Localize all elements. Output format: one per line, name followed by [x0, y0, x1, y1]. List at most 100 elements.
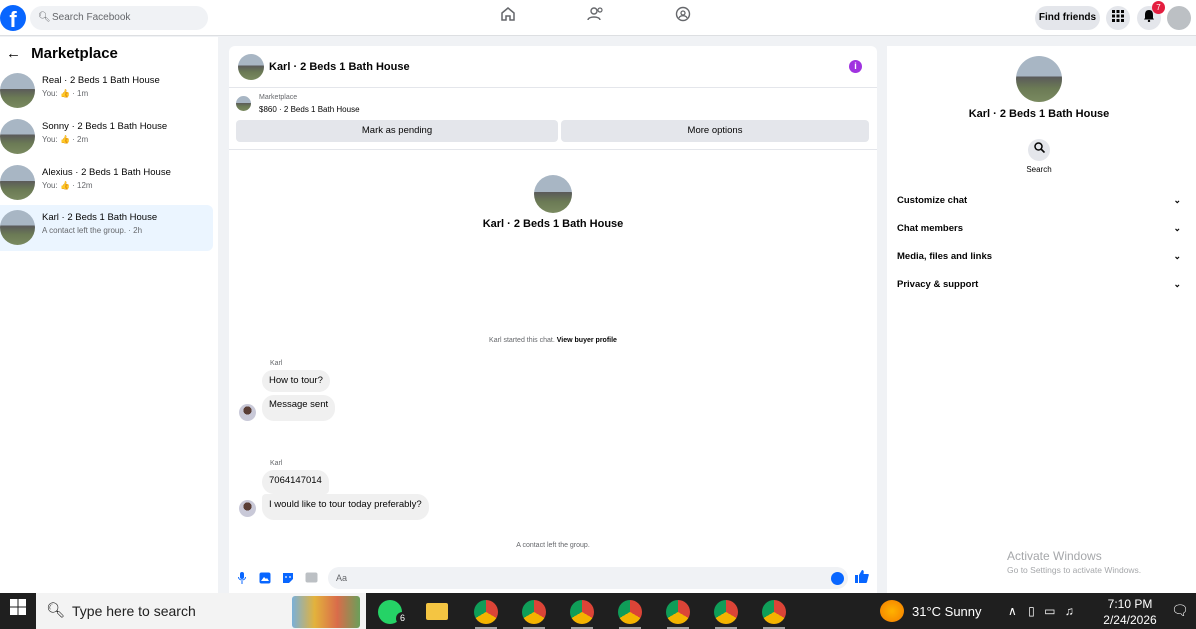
- marketplace-thread-list: ← Marketplace Real · 2 Beds 1 Bath House…: [0, 37, 218, 593]
- weather-text[interactable]: 31°C Sunny: [912, 604, 982, 619]
- weather-sun-icon[interactable]: [880, 600, 904, 622]
- message-input[interactable]: Aa: [328, 567, 848, 589]
- facebook-logo[interactable]: f: [0, 5, 26, 31]
- chat-started-note: Karl started this chat. View buyer profi…: [229, 337, 877, 344]
- friends-icon[interactable]: [584, 6, 608, 30]
- chrome-icon[interactable]: [666, 600, 690, 624]
- thread-title: Alexius · 2 Beds 1 Bath House: [42, 167, 171, 178]
- battery-icon[interactable]: ▯: [1028, 604, 1035, 618]
- activate-windows-title: Activate Windows: [1007, 549, 1102, 563]
- chrome-icon[interactable]: [522, 600, 546, 624]
- listing-thumbnail: [236, 96, 251, 111]
- message-bubble[interactable]: How to tour?: [262, 370, 330, 392]
- chevron-down-icon: ⌄: [1173, 195, 1181, 205]
- thread-title: Sonny · 2 Beds 1 Bath House: [42, 121, 168, 132]
- chat-header-title[interactable]: Karl · 2 Beds 1 Bath House: [269, 61, 410, 73]
- chrome-icon[interactable]: [474, 600, 498, 624]
- search-icon: 🔍︎: [38, 12, 51, 23]
- page-title: Marketplace: [31, 45, 118, 62]
- thread-item[interactable]: Real · 2 Beds 1 Bath House You: 👍 · 1m: [0, 68, 213, 114]
- message-sender: Karl: [270, 460, 283, 467]
- taskbar-search-placeholder: Type here to search: [72, 603, 196, 619]
- chat-panel: Karl · 2 Beds 1 Bath House i Marketplace…: [229, 46, 877, 593]
- divider: [229, 87, 877, 88]
- windows-start-icon[interactable]: [0, 593, 36, 629]
- notification-center-icon[interactable]: 🗨︎: [1171, 602, 1189, 619]
- back-arrow-icon[interactable]: ←: [6, 45, 21, 62]
- chat-header-thumbnail: [238, 54, 264, 80]
- chevron-down-icon: ⌄: [1173, 251, 1181, 261]
- listing-price[interactable]: $860 · 2 Beds 1 Bath House: [259, 105, 360, 114]
- listing-label: Marketplace: [259, 94, 298, 101]
- thread-preview: You: 👍 · 12m: [42, 181, 93, 190]
- activate-windows-subtitle: Go to Settings to activate Windows.: [1007, 565, 1142, 575]
- message-sender: Karl: [270, 360, 283, 367]
- thumbs-up-icon[interactable]: [855, 570, 869, 586]
- section-label: Chat members: [897, 223, 963, 234]
- message-bubble[interactable]: 7064147014: [262, 470, 329, 494]
- home-icon[interactable]: [496, 6, 520, 30]
- listing-thumbnail: [0, 210, 35, 245]
- thread-item-selected[interactable]: Karl · 2 Beds 1 Bath House A contact lef…: [0, 205, 213, 251]
- chrome-icon[interactable]: [570, 600, 594, 624]
- more-options-button[interactable]: More options: [561, 120, 869, 142]
- sender-avatar[interactable]: [239, 500, 256, 517]
- chevron-down-icon: ⌄: [1173, 223, 1181, 233]
- system-tray-icons[interactable]: ∧ ▯ ▭ ♫: [1008, 604, 1074, 618]
- thread-title: Real · 2 Beds 1 Bath House: [42, 75, 160, 86]
- section-label: Customize chat: [897, 195, 968, 206]
- section-label: Media, files and links: [897, 251, 993, 262]
- details-title: Karl · 2 Beds 1 Bath House: [968, 108, 1110, 120]
- privacy-support-section[interactable]: Privacy & support ⌄: [897, 279, 1181, 290]
- message-bubble[interactable]: Message sent: [262, 395, 336, 421]
- groups-icon[interactable]: [671, 6, 695, 30]
- section-label: Privacy & support: [897, 279, 979, 290]
- clock-time[interactable]: 7:10 PM: [1100, 597, 1160, 611]
- file-explorer-icon[interactable]: [426, 603, 448, 620]
- whatsapp-badge: 6: [396, 612, 409, 625]
- find-friends-button[interactable]: Find friends: [1035, 6, 1100, 30]
- chrome-icon[interactable]: [762, 600, 786, 624]
- divider: [229, 149, 877, 150]
- media-files-links-section[interactable]: Media, files and links ⌄: [897, 251, 1181, 262]
- marketplace-header: ← Marketplace: [6, 45, 118, 62]
- thread-preview: You: 👍 · 1m: [42, 89, 89, 98]
- search-icon[interactable]: [1028, 139, 1050, 161]
- sender-avatar[interactable]: [239, 404, 256, 421]
- facebook-search-input[interactable]: 🔍︎ Search Facebook: [30, 6, 208, 30]
- chat-members-section[interactable]: Chat members ⌄: [897, 223, 1181, 234]
- thread-preview: You: 👍 · 2m: [42, 135, 89, 144]
- customize-chat-section[interactable]: Customize chat ⌄: [897, 195, 1181, 206]
- details-thumbnail: [1016, 56, 1062, 102]
- started-text: Karl started this chat.: [489, 337, 555, 344]
- account-avatar[interactable]: [1167, 6, 1191, 30]
- photo-icon[interactable]: [258, 572, 272, 586]
- microphone-icon[interactable]: [235, 572, 249, 586]
- search-placeholder: Search Facebook: [52, 12, 131, 23]
- search-highlight-image[interactable]: [292, 596, 360, 628]
- view-buyer-profile-link[interactable]: View buyer profile: [557, 337, 617, 344]
- menu-grid-icon[interactable]: [1106, 6, 1130, 30]
- listing-thumbnail: [0, 119, 35, 154]
- gif-icon[interactable]: [304, 572, 318, 586]
- thread-item[interactable]: Alexius · 2 Beds 1 Bath House You: 👍 · 1…: [0, 160, 213, 206]
- contact-left-note: A contact left the group.: [516, 542, 590, 549]
- notification-badge: 7: [1152, 1, 1165, 14]
- mark-as-pending-button[interactable]: Mark as pending: [236, 120, 558, 142]
- chevron-up-icon[interactable]: ∧: [1008, 604, 1017, 618]
- chevron-down-icon: ⌄: [1173, 279, 1181, 289]
- sticker-icon[interactable]: [281, 572, 295, 586]
- network-icon[interactable]: ▭: [1044, 604, 1055, 618]
- thread-title: Karl · 2 Beds 1 Bath House: [42, 212, 158, 223]
- info-icon[interactable]: i: [849, 60, 862, 73]
- emoji-icon[interactable]: [831, 572, 844, 585]
- clock-date[interactable]: 2/24/2026: [1100, 613, 1160, 627]
- volume-icon[interactable]: ♫: [1065, 604, 1074, 618]
- message-bubble[interactable]: I would like to tour today preferably?: [262, 494, 429, 520]
- search-label: Search: [1026, 165, 1052, 174]
- thread-item[interactable]: Sonny · 2 Beds 1 Bath House You: 👍 · 2m: [0, 114, 213, 160]
- listing-thumbnail: [0, 165, 35, 200]
- chat-details-panel: Karl · 2 Beds 1 Bath House Search Custom…: [887, 46, 1196, 593]
- chrome-icon[interactable]: [618, 600, 642, 624]
- chrome-icon[interactable]: [714, 600, 738, 624]
